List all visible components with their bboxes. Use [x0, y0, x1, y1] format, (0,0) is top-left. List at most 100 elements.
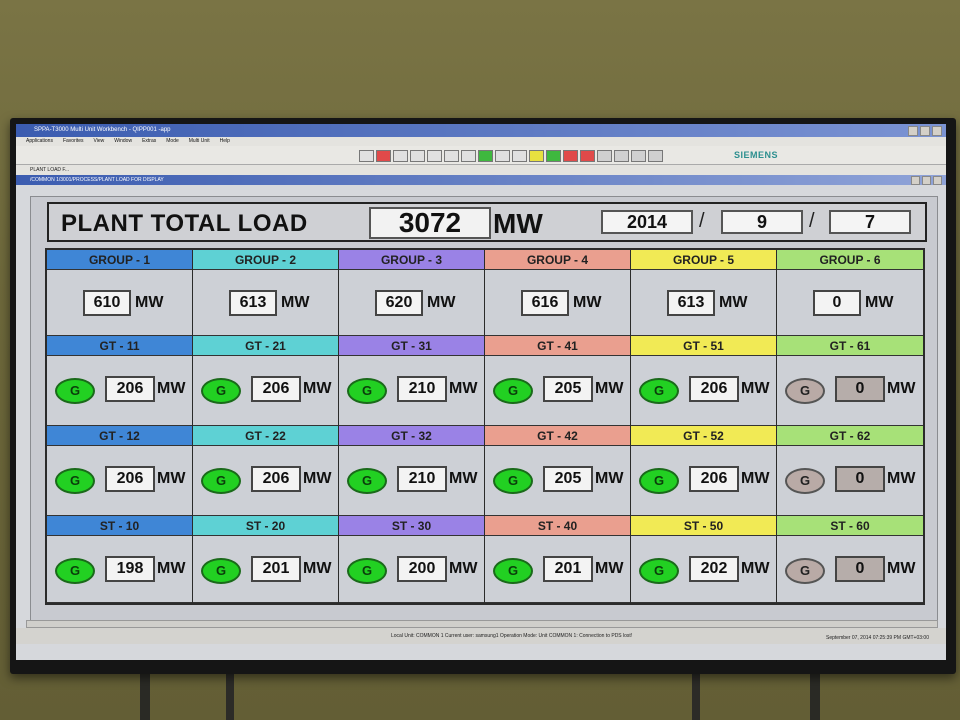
group-column: GROUP - 3 620 MW GT - 31 G 210 MW GT - 32 G 210 MW… — [339, 250, 485, 603]
unit-header: GT - 42 — [485, 426, 630, 446]
toolbar-button[interactable] — [495, 150, 510, 162]
window-titlebar: SPPA-T3000 Multi Unit Workbench - QIPP00… — [16, 124, 946, 137]
generator-status-indicator[interactable]: G — [493, 558, 533, 584]
toolbar-button[interactable] — [444, 150, 459, 162]
toolbar-button[interactable] — [563, 150, 578, 162]
unit-label: MW — [887, 380, 916, 397]
unit-load-value: 0 — [835, 466, 885, 492]
toolbar-button[interactable] — [410, 150, 425, 162]
unit-load-value: 205 — [543, 376, 593, 402]
sub-minimize-button[interactable] — [911, 176, 920, 185]
menu-mode[interactable]: Mode — [166, 137, 179, 146]
unit-label: MW — [887, 560, 916, 577]
sub-close-button[interactable] — [933, 176, 942, 185]
unit-load-value: 206 — [689, 466, 739, 492]
unit-load-value: 200 — [397, 556, 447, 582]
menu-window[interactable]: Window — [114, 137, 132, 146]
toolbar-button[interactable] — [529, 150, 544, 162]
toolbar-button[interactable] — [461, 150, 476, 162]
toolbar-button[interactable] — [648, 150, 663, 162]
window-title: SPPA-T3000 Multi Unit Workbench - QIPP00… — [34, 127, 171, 133]
group-load-value: 620 — [375, 290, 423, 316]
horizontal-scrollbar[interactable] — [26, 620, 938, 628]
unit-header: ST - 20 — [193, 516, 338, 536]
generator-status-indicator[interactable]: G — [201, 468, 241, 494]
unit-label: MW — [449, 470, 478, 487]
sub-maximize-button[interactable] — [922, 176, 931, 185]
subwindow-controls — [911, 176, 942, 185]
generator-status-indicator[interactable]: G — [493, 468, 533, 494]
unit-label: MW — [303, 380, 332, 397]
menu-applications[interactable]: Applications — [26, 137, 53, 146]
group-load-value: 613 — [667, 290, 715, 316]
unit-cell: G 206 MW — [47, 356, 192, 426]
unit-label: MW — [741, 560, 770, 577]
unit-cell: G 0 MW — [777, 356, 923, 426]
toolbar-button[interactable] — [614, 150, 629, 162]
group-cell: 620 MW — [339, 270, 484, 336]
unit-label: MW — [595, 470, 624, 487]
unit-label: MW — [449, 380, 478, 397]
group-header: GROUP - 2 — [193, 250, 338, 270]
unit-header: GT - 51 — [631, 336, 776, 356]
toolbar-button[interactable] — [512, 150, 527, 162]
generator-status-indicator[interactable]: G — [785, 558, 825, 584]
menu-extras[interactable]: Extras — [142, 137, 156, 146]
tab-plant-load[interactable]: PLANT LOAD F... — [16, 165, 946, 175]
unit-cell: G 205 MW — [485, 356, 630, 426]
unit-label: MW — [157, 470, 186, 487]
toolbar-button[interactable] — [580, 150, 595, 162]
group-cell: 610 MW — [47, 270, 192, 336]
toolbar-button[interactable] — [393, 150, 408, 162]
generator-status-indicator[interactable]: G — [55, 378, 95, 404]
unit-label: MW — [303, 470, 332, 487]
unit-label: MW — [449, 560, 478, 577]
maximize-button[interactable] — [920, 126, 930, 136]
toolbar-button[interactable] — [546, 150, 561, 162]
monitor-stand-left-inner — [226, 668, 234, 720]
unit-label: MW — [281, 294, 310, 311]
unit-cell: G 200 MW — [339, 536, 484, 603]
close-button[interactable] — [932, 126, 942, 136]
unit-label: MW — [157, 380, 186, 397]
generator-status-indicator[interactable]: G — [493, 378, 533, 404]
plant-total-label: PLANT TOTAL LOAD — [61, 210, 308, 237]
generator-status-indicator[interactable]: G — [55, 468, 95, 494]
menu-multi-unit[interactable]: Multi Unit — [189, 137, 210, 146]
generator-status-indicator[interactable]: G — [785, 468, 825, 494]
menu-favorites[interactable]: Favorites — [63, 137, 84, 146]
group-column: GROUP - 5 613 MW GT - 51 G 206 MW GT - 52 G 206 MW… — [631, 250, 777, 603]
toolbar-button[interactable] — [376, 150, 391, 162]
unit-header: GT - 62 — [777, 426, 923, 446]
menu-view[interactable]: View — [94, 137, 105, 146]
group-load-value: 613 — [229, 290, 277, 316]
toolbar-button[interactable] — [427, 150, 442, 162]
unit-header: GT - 41 — [485, 336, 630, 356]
toolbar-button[interactable] — [478, 150, 493, 162]
group-cell: 613 MW — [631, 270, 776, 336]
generator-status-indicator[interactable]: G — [347, 378, 387, 404]
unit-load-value: 0 — [835, 556, 885, 582]
unit-cell: G 206 MW — [631, 356, 776, 426]
toolbar-button[interactable] — [631, 150, 646, 162]
generator-status-indicator[interactable]: G — [347, 558, 387, 584]
toolbar-button[interactable] — [359, 150, 374, 162]
generator-status-indicator[interactable]: G — [55, 558, 95, 584]
unit-header: GT - 22 — [193, 426, 338, 446]
alarm-button-strip — [359, 150, 663, 162]
generator-status-indicator[interactable]: G — [347, 468, 387, 494]
unit-header: GT - 11 — [47, 336, 192, 356]
generator-status-indicator[interactable]: G — [201, 378, 241, 404]
generator-status-indicator[interactable]: G — [639, 558, 679, 584]
generator-status-indicator[interactable]: G — [785, 378, 825, 404]
generator-status-indicator[interactable]: G — [201, 558, 241, 584]
unit-load-value: 206 — [105, 466, 155, 492]
unit-label: MW — [157, 560, 186, 577]
menu-help[interactable]: Help — [220, 137, 230, 146]
unit-header: ST - 40 — [485, 516, 630, 536]
generator-status-indicator[interactable]: G — [639, 378, 679, 404]
subwindow-title: /COMMON 1/3001/PROCESS/PLANT LOAD FOR DI… — [30, 177, 164, 183]
generator-status-indicator[interactable]: G — [639, 468, 679, 494]
minimize-button[interactable] — [908, 126, 918, 136]
toolbar-button[interactable] — [597, 150, 612, 162]
